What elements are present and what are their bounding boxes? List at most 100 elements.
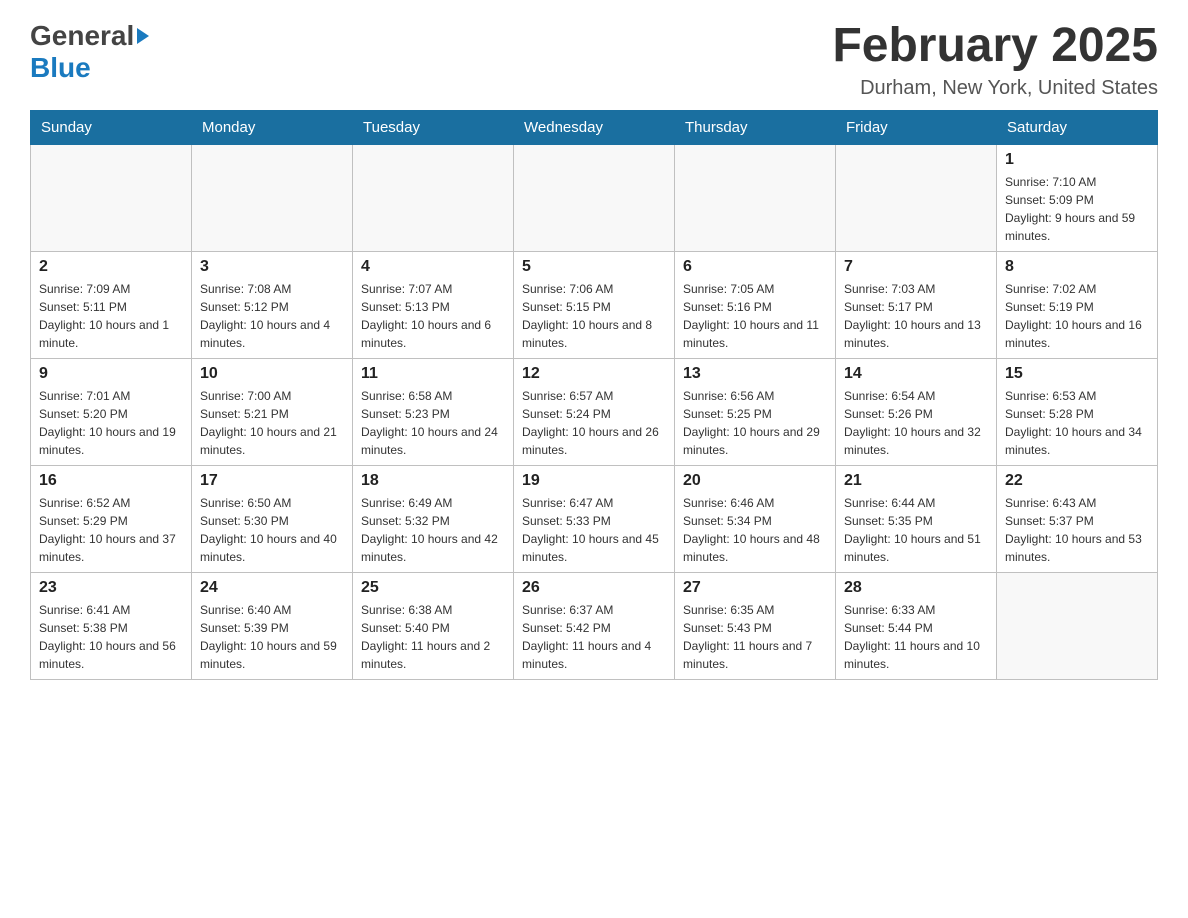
day-number: 10 [200, 365, 344, 383]
calendar-day-cell: 16 Sunrise: 6:52 AM Sunset: 5:29 PM Dayli… [31, 465, 192, 572]
day-number: 24 [200, 579, 344, 597]
calendar-day-cell: 13 Sunrise: 6:56 AM Sunset: 5:25 PM Dayli… [675, 358, 836, 465]
calendar-day-cell: 12 Sunrise: 6:57 AM Sunset: 5:24 PM Dayli… [514, 358, 675, 465]
day-info: Sunrise: 6:33 AM Sunset: 5:44 PM Dayligh… [844, 601, 988, 673]
day-info: Sunrise: 7:01 AM Sunset: 5:20 PM Dayligh… [39, 387, 183, 459]
day-number: 22 [1005, 472, 1149, 490]
calendar-day-cell: 1Sunrise: 7:10 AM Sunset: 5:09 PM Daylig… [997, 144, 1158, 251]
day-info: Sunrise: 6:57 AM Sunset: 5:24 PM Dayligh… [522, 387, 666, 459]
day-info: Sunrise: 7:07 AM Sunset: 5:13 PM Dayligh… [361, 280, 505, 352]
day-number: 4 [361, 258, 505, 276]
calendar-day-cell: 9 Sunrise: 7:01 AM Sunset: 5:20 PM Daylig… [31, 358, 192, 465]
day-of-week-header: Monday [192, 110, 353, 144]
day-number: 25 [361, 579, 505, 597]
calendar-day-cell [675, 144, 836, 251]
day-info: Sunrise: 6:40 AM Sunset: 5:39 PM Dayligh… [200, 601, 344, 673]
calendar-table: SundayMondayTuesdayWednesdayThursdayFrid… [30, 110, 1158, 680]
calendar-day-cell: 21 Sunrise: 6:44 AM Sunset: 5:35 PM Dayli… [836, 465, 997, 572]
day-of-week-header: Wednesday [514, 110, 675, 144]
day-number: 6 [683, 258, 827, 276]
logo: General Blue [30, 20, 149, 84]
calendar-day-cell [997, 572, 1158, 679]
day-of-week-header: Thursday [675, 110, 836, 144]
day-info: Sunrise: 6:46 AM Sunset: 5:34 PM Dayligh… [683, 494, 827, 566]
calendar-day-cell [192, 144, 353, 251]
calendar-day-cell: 23 Sunrise: 6:41 AM Sunset: 5:38 PM Dayli… [31, 572, 192, 679]
day-number: 5 [522, 258, 666, 276]
day-info: Sunrise: 6:53 AM Sunset: 5:28 PM Dayligh… [1005, 387, 1149, 459]
calendar-day-cell: 24 Sunrise: 6:40 AM Sunset: 5:39 PM Dayli… [192, 572, 353, 679]
calendar-week-row: 1Sunrise: 7:10 AM Sunset: 5:09 PM Daylig… [31, 144, 1158, 251]
calendar-header-row: SundayMondayTuesdayWednesdayThursdayFrid… [31, 110, 1158, 144]
day-number: 17 [200, 472, 344, 490]
calendar-day-cell: 5 Sunrise: 7:06 AM Sunset: 5:15 PM Daylig… [514, 251, 675, 358]
day-number: 9 [39, 365, 183, 383]
calendar-day-cell: 26 Sunrise: 6:37 AM Sunset: 5:42 PM Dayli… [514, 572, 675, 679]
day-info: Sunrise: 6:35 AM Sunset: 5:43 PM Dayligh… [683, 601, 827, 673]
calendar-day-cell: 4 Sunrise: 7:07 AM Sunset: 5:13 PM Daylig… [353, 251, 514, 358]
day-info: Sunrise: 6:41 AM Sunset: 5:38 PM Dayligh… [39, 601, 183, 673]
day-info: Sunrise: 6:38 AM Sunset: 5:40 PM Dayligh… [361, 601, 505, 673]
day-info: Sunrise: 6:37 AM Sunset: 5:42 PM Dayligh… [522, 601, 666, 673]
day-info: Sunrise: 7:05 AM Sunset: 5:16 PM Dayligh… [683, 280, 827, 352]
calendar-day-cell: 18 Sunrise: 6:49 AM Sunset: 5:32 PM Dayli… [353, 465, 514, 572]
calendar-day-cell: 3 Sunrise: 7:08 AM Sunset: 5:12 PM Daylig… [192, 251, 353, 358]
day-number: 16 [39, 472, 183, 490]
day-number: 21 [844, 472, 988, 490]
logo-blue-text: Blue [30, 52, 91, 84]
calendar-week-row: 9 Sunrise: 7:01 AM Sunset: 5:20 PM Daylig… [31, 358, 1158, 465]
calendar-day-cell: 19 Sunrise: 6:47 AM Sunset: 5:33 PM Dayli… [514, 465, 675, 572]
logo-general-text: General [30, 20, 134, 52]
calendar-day-cell: 22 Sunrise: 6:43 AM Sunset: 5:37 PM Dayli… [997, 465, 1158, 572]
calendar-day-cell: 8Sunrise: 7:02 AM Sunset: 5:19 PM Daylig… [997, 251, 1158, 358]
day-info: Sunrise: 6:47 AM Sunset: 5:33 PM Dayligh… [522, 494, 666, 566]
day-number: 3 [200, 258, 344, 276]
day-info: Sunrise: 7:08 AM Sunset: 5:12 PM Dayligh… [200, 280, 344, 352]
day-number: 14 [844, 365, 988, 383]
day-of-week-header: Saturday [997, 110, 1158, 144]
day-info: Sunrise: 7:03 AM Sunset: 5:17 PM Dayligh… [844, 280, 988, 352]
day-info: Sunrise: 7:00 AM Sunset: 5:21 PM Dayligh… [200, 387, 344, 459]
month-title: February 2025 [832, 20, 1158, 73]
calendar-day-cell: 6 Sunrise: 7:05 AM Sunset: 5:16 PM Daylig… [675, 251, 836, 358]
day-number: 27 [683, 579, 827, 597]
day-number: 8 [1005, 258, 1149, 276]
day-info: Sunrise: 6:58 AM Sunset: 5:23 PM Dayligh… [361, 387, 505, 459]
day-number: 28 [844, 579, 988, 597]
day-info: Sunrise: 7:10 AM Sunset: 5:09 PM Dayligh… [1005, 173, 1149, 245]
logo-arrow-icon [137, 28, 149, 44]
day-number: 18 [361, 472, 505, 490]
day-info: Sunrise: 6:52 AM Sunset: 5:29 PM Dayligh… [39, 494, 183, 566]
calendar-week-row: 2 Sunrise: 7:09 AM Sunset: 5:11 PM Daylig… [31, 251, 1158, 358]
title-section: February 2025 Durham, New York, United S… [832, 20, 1158, 100]
calendar-day-cell: 14Sunrise: 6:54 AM Sunset: 5:26 PM Dayli… [836, 358, 997, 465]
day-info: Sunrise: 7:09 AM Sunset: 5:11 PM Dayligh… [39, 280, 183, 352]
day-info: Sunrise: 6:50 AM Sunset: 5:30 PM Dayligh… [200, 494, 344, 566]
day-of-week-header: Tuesday [353, 110, 514, 144]
day-number: 11 [361, 365, 505, 383]
day-info: Sunrise: 6:44 AM Sunset: 5:35 PM Dayligh… [844, 494, 988, 566]
day-info: Sunrise: 6:49 AM Sunset: 5:32 PM Dayligh… [361, 494, 505, 566]
day-number: 26 [522, 579, 666, 597]
calendar-day-cell [836, 144, 997, 251]
page-header: General Blue February 2025 Durham, New Y… [30, 20, 1158, 100]
day-number: 15 [1005, 365, 1149, 383]
day-number: 7 [844, 258, 988, 276]
day-info: Sunrise: 7:06 AM Sunset: 5:15 PM Dayligh… [522, 280, 666, 352]
calendar-day-cell: 11 Sunrise: 6:58 AM Sunset: 5:23 PM Dayli… [353, 358, 514, 465]
day-number: 23 [39, 579, 183, 597]
calendar-week-row: 23 Sunrise: 6:41 AM Sunset: 5:38 PM Dayli… [31, 572, 1158, 679]
calendar-day-cell: 20Sunrise: 6:46 AM Sunset: 5:34 PM Dayli… [675, 465, 836, 572]
day-number: 12 [522, 365, 666, 383]
day-info: Sunrise: 6:43 AM Sunset: 5:37 PM Dayligh… [1005, 494, 1149, 566]
calendar-day-cell [514, 144, 675, 251]
day-info: Sunrise: 6:56 AM Sunset: 5:25 PM Dayligh… [683, 387, 827, 459]
calendar-day-cell: 28 Sunrise: 6:33 AM Sunset: 5:44 PM Dayli… [836, 572, 997, 679]
day-of-week-header: Friday [836, 110, 997, 144]
day-number: 13 [683, 365, 827, 383]
day-number: 2 [39, 258, 183, 276]
day-number: 19 [522, 472, 666, 490]
calendar-day-cell: 15 Sunrise: 6:53 AM Sunset: 5:28 PM Dayli… [997, 358, 1158, 465]
day-of-week-header: Sunday [31, 110, 192, 144]
calendar-day-cell: 17 Sunrise: 6:50 AM Sunset: 5:30 PM Dayli… [192, 465, 353, 572]
